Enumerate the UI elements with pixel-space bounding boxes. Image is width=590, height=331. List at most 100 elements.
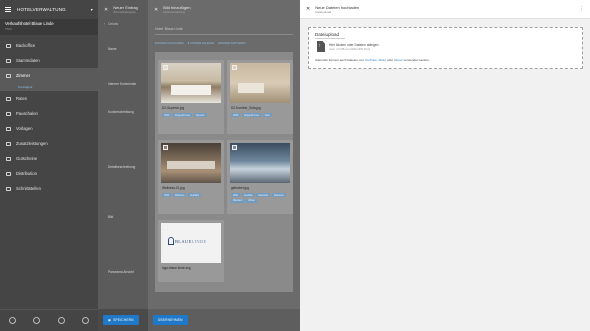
tag[interactable]: Gletscher (256, 193, 271, 198)
tag-list: 2021 Wellness Ausblick (162, 193, 220, 198)
select-checkbox[interactable] (163, 145, 168, 150)
tag[interactable]: Doppelzimmer (241, 113, 262, 118)
more-options-icon[interactable]: ⋮ (579, 6, 584, 12)
image-filename: D2-Superior.jpg (162, 106, 185, 110)
sidebar-item-pauschalen[interactable]: Pauschalen (0, 106, 98, 121)
hotel-sub: TSCI (5, 27, 12, 31)
tag[interactable]: Ausblick (187, 193, 201, 198)
upload-panel: ✕ Neue Dateien hochladen Dateiupload ⋮ D… (300, 0, 590, 331)
upload-title: Dateiupload (315, 32, 340, 37)
close-icon[interactable]: ✕ (306, 6, 310, 12)
image-card[interactable]: BLAUELINDE logo-blaue-linde.svg (158, 220, 224, 282)
filter-folder-button[interactable]: ■ ORDNER ANLEGEN (188, 42, 215, 45)
field-label-short-desc: Kurzbeschreibung (108, 110, 134, 114)
youtube-link[interactable]: YouTube (365, 58, 377, 62)
filter-upload-button[interactable]: ■ BILDER HOCHLADEN (155, 42, 184, 45)
interfaces-icon (6, 186, 11, 191)
filter-sort-button[interactable]: ■ BILDER SORTIEREN (218, 42, 245, 45)
bed-icon (6, 73, 11, 78)
tag[interactable]: Wandern (231, 198, 245, 203)
user-icon[interactable] (8, 317, 16, 324)
drop-text[interactable]: Hier klicken oder Dateien ablegen (329, 43, 378, 47)
tag[interactable]: 2020 (231, 113, 241, 118)
field-label-name: Name (108, 47, 117, 51)
sidebar-item-raten[interactable]: Raten (0, 91, 98, 106)
image-filename: D2-Komfort_Sofa.jpg (231, 106, 261, 110)
image-filename: Wellness-01.jpg (162, 186, 185, 190)
logo-text: BLAUELINDE (175, 239, 207, 244)
sidebar-item-zimmer[interactable]: Zimmer (0, 68, 98, 83)
alt-prefix: Alternativ können auch Dateien von (315, 58, 364, 62)
panel-subtitle: Dateiverwaltung (163, 10, 185, 14)
save-icon: ▣ (108, 318, 112, 322)
tag[interactable]: Doppelzimmer (172, 113, 193, 118)
sidebar-item-backoffice[interactable]: Backoffice (0, 38, 98, 53)
chevron-down-icon[interactable]: ▾ (91, 7, 93, 12)
tag[interactable]: 2021 (162, 193, 172, 198)
tag[interactable]: Reisezeit (271, 193, 286, 198)
alt-or: oder (386, 58, 394, 62)
field-label-detail-desc: Detailbeschreibung (108, 165, 136, 169)
sidebar-item-distribution[interactable]: Distribution (0, 166, 98, 181)
sidebar-item-label: Schnittstellen (16, 186, 41, 191)
sidebar: HOTELVERWALTUNG ▾ Verkaufshotel Blaue Li… (0, 0, 98, 331)
sidebar-item-label: Pauschalen (16, 111, 38, 116)
sidebar-header[interactable]: HOTELVERWALTUNG ▾ (0, 0, 98, 19)
close-icon[interactable]: ✕ (104, 7, 108, 13)
sidebar-item-label: Gutscheine (16, 156, 38, 161)
select-checkbox[interactable] (163, 225, 168, 230)
logo-word-2: LINDE (191, 239, 207, 244)
close-icon[interactable]: ✕ (154, 7, 158, 13)
image-card[interactable]: D2-Superior.jpg 2020 Doppelzimmer Superi… (158, 60, 224, 134)
tag[interactable]: 2021 (231, 193, 241, 198)
alt-sep: , (376, 58, 378, 62)
sidebar-subitem-kontingent[interactable]: Kontingent (0, 83, 98, 91)
search-input[interactable]: Hotel: Blaue Linde (155, 27, 293, 31)
sidebar-item-label: Backoffice (16, 43, 36, 48)
tag[interactable]: 2020 (162, 113, 172, 118)
app-title: HOTELVERWALTUNG (17, 7, 66, 12)
panel-subtitle: Dateiupload (315, 9, 332, 14)
alt-suffix: verwendet werden. (403, 58, 430, 62)
sidebar-item-schnittstellen[interactable]: Schnittstellen (0, 181, 98, 196)
sidebar-item-label: Raten (16, 96, 28, 101)
sidebar-item-gutscheine[interactable]: Gutscheine (0, 151, 98, 166)
hotel-selector[interactable]: Verkaufshotel Blaue Linde TSCI (0, 19, 98, 35)
select-checkbox[interactable] (232, 145, 237, 150)
image-thumbnail (161, 143, 221, 183)
image-card[interactable]: gletscher.jpg 2021 Ausblick Gletscher Re… (227, 140, 293, 214)
tag[interactable]: Wellness (172, 193, 187, 198)
tag-list: 2020 Doppelzimmer Superior (162, 113, 220, 118)
info-icon[interactable] (82, 317, 90, 324)
hotel-name: Verkaufshotel Blaue Linde (5, 21, 54, 26)
select-checkbox[interactable] (163, 65, 168, 70)
sidebar-item-stammdaten[interactable]: Stammdaten (0, 53, 98, 68)
vimeo-link[interactable]: Vimeo (394, 58, 403, 62)
sidebar-item-zusatzleistungen[interactable]: Zusatzleistungen (0, 136, 98, 151)
apply-button[interactable]: ÜBERNEHMEN (153, 315, 188, 325)
image-thumbnail (230, 143, 290, 183)
sidebar-item-vorlagen[interactable]: Vorlagen (0, 121, 98, 136)
field-label-comment: Interner Kommentar (108, 82, 137, 86)
help-icon[interactable] (57, 317, 65, 324)
chevron-left-icon: ‹ (104, 21, 106, 26)
image-card[interactable]: D2-Komfort_Sofa.jpg 2020 Doppelzimmer So… (227, 60, 293, 134)
tag[interactable]: Ausblick (241, 193, 255, 198)
field-label-panorama: Panorama Ansicht (108, 270, 134, 274)
tag[interactable]: Winter (246, 198, 258, 203)
sidebar-item-label: Vorlagen (16, 126, 33, 131)
image-filename: gletscher.jpg (231, 186, 249, 190)
bell-icon[interactable] (33, 317, 41, 324)
sidebar-footer (0, 309, 98, 331)
flickr-link[interactable]: Flickr (379, 58, 386, 62)
menu-icon[interactable] (5, 7, 11, 12)
image-card[interactable]: Wellness-01.jpg 2021 Wellness Ausblick (158, 140, 224, 214)
tag[interactable]: Sofa (262, 113, 272, 118)
tag[interactable]: Superior (193, 113, 207, 118)
add-image-panel: ✕ Bild hinzufügen Dateiverwaltung Hotel:… (148, 0, 300, 331)
image-filename: logo-blaue-linde.svg (162, 266, 191, 270)
upload-dropzone[interactable]: Dateiupload Hier klicken oder Dateien ab… (308, 27, 583, 69)
save-button[interactable]: ▣ SPEICHERN (103, 315, 139, 325)
select-checkbox[interactable] (232, 65, 237, 70)
limit-text: (max. 2,0 MB und 1600x1600 Pixel) (329, 48, 371, 51)
